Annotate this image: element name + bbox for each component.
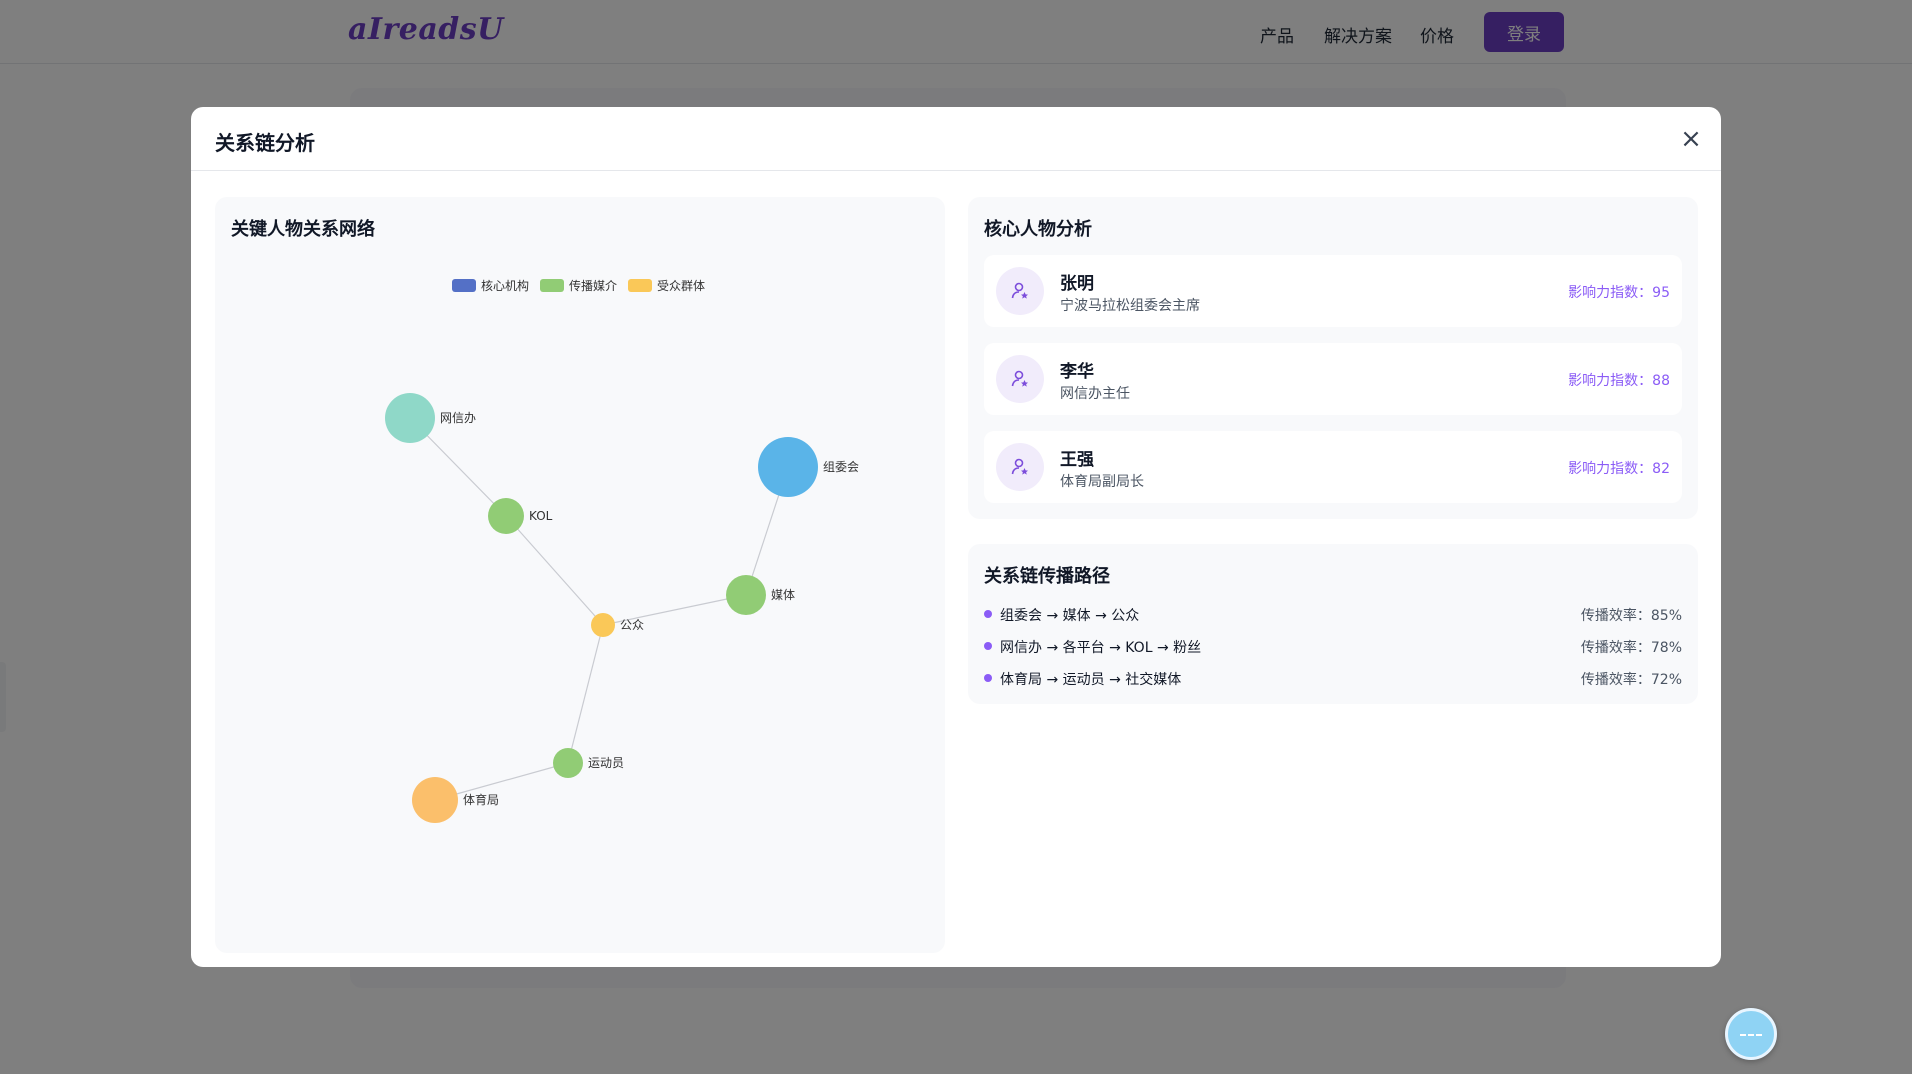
- path-row: 网信办 → 各平台 → KOL → 粉丝 传播效率：78%: [984, 634, 1682, 658]
- influence-score: 影响力指数：95: [1568, 285, 1670, 301]
- network-graph: 核心机构 传播媒介 受众群体 网信办 KOL 组委会 媒体 公众 运动员 体育局: [385, 278, 859, 823]
- nodes: 网信办 KOL 组委会 媒体 公众 运动员 体育局: [385, 393, 859, 823]
- path-text: 组委会 → 媒体 → 公众: [1000, 608, 1140, 624]
- person-card[interactable]: 张明 宁波马拉松组委会主席 影响力指数：95: [984, 255, 1682, 327]
- person-card[interactable]: 李华 网信办主任 影响力指数：88: [984, 343, 1682, 415]
- node-label-kol: KOL: [529, 509, 553, 523]
- user-star-icon: [996, 355, 1044, 403]
- core-people-panel: 核心人物分析 张明 宁波马拉松组委会主席 影响力指数：95 李华 网信办主任 影…: [968, 197, 1698, 519]
- person-name: 王强: [1060, 450, 1094, 470]
- node-label-gongzhong: 公众: [620, 618, 644, 632]
- legend-swatch-core: [452, 279, 476, 292]
- person-role: 网信办主任: [1060, 386, 1130, 402]
- chat-icon[interactable]: [1725, 1008, 1777, 1060]
- node-meiti[interactable]: [726, 575, 766, 615]
- core-people-title: 核心人物分析: [984, 219, 1092, 240]
- path-row: 体育局 → 运动员 → 社交媒体 传播效率：72%: [984, 666, 1682, 690]
- bullet-dot: [984, 610, 992, 618]
- path-rate: 传播效率：72%: [1580, 672, 1682, 688]
- person-name: 李华: [1060, 362, 1094, 382]
- person-card[interactable]: 王强 体育局副局长 影响力指数：82: [984, 431, 1682, 503]
- bullet-dot: [984, 674, 992, 682]
- legend-swatch-media: [540, 279, 564, 292]
- node-tiyuju[interactable]: [412, 777, 458, 823]
- node-label-yundongyuan: 运动员: [588, 756, 624, 770]
- modal-header: 关系链分析 ×: [191, 107, 1721, 171]
- path-text: 网信办 → 各平台 → KOL → 粉丝: [1000, 640, 1202, 656]
- path-rate: 传播效率：85%: [1580, 608, 1682, 624]
- path-row: 组委会 → 媒体 → 公众 传播效率：85%: [984, 602, 1682, 626]
- legend-label-media[interactable]: 传播媒介: [569, 278, 617, 293]
- propagation-path-title: 关系链传播路径: [984, 566, 1110, 587]
- person-name: 张明: [1060, 274, 1094, 294]
- edge-gongzhong-yundongyuan: [567, 624, 604, 764]
- node-label-tiyuju: 体育局: [463, 792, 499, 807]
- node-gongzhong[interactable]: [591, 613, 615, 637]
- person-role: 体育局副局长: [1060, 474, 1144, 490]
- bullet-dot: [984, 642, 992, 650]
- node-kol[interactable]: [488, 498, 524, 534]
- propagation-path-panel: 关系链传播路径 组委会 → 媒体 → 公众 传播效率：85% 网信办 → 各平台…: [968, 544, 1698, 704]
- path-rate: 传播效率：78%: [1580, 640, 1682, 656]
- user-star-icon: [996, 267, 1044, 315]
- legend-swatch-audience: [628, 279, 652, 292]
- influence-score: 影响力指数：82: [1568, 461, 1670, 477]
- node-label-zuweihui: 组委会: [823, 460, 859, 474]
- legend-label-core[interactable]: 核心机构: [481, 278, 529, 293]
- node-label-wangxinban: 网信办: [440, 410, 476, 425]
- edge-kol-gongzhong: [505, 515, 604, 626]
- edges: [409, 417, 789, 801]
- close-icon[interactable]: ×: [1675, 123, 1707, 155]
- legend: 核心机构 传播媒介 受众群体: [452, 278, 705, 293]
- node-zuweihui[interactable]: [758, 437, 818, 497]
- path-text: 体育局 → 运动员 → 社交媒体: [1000, 672, 1182, 688]
- user-star-icon: [996, 443, 1044, 491]
- influence-score: 影响力指数：88: [1568, 373, 1670, 389]
- node-wangxinban[interactable]: [385, 393, 435, 443]
- modal-title: 关系链分析: [215, 131, 315, 155]
- relationship-analysis-modal: 关系链分析 × 关键人物关系网络 核心机构 传播媒介 受众群体 网信办 KOL …: [191, 107, 1721, 967]
- network-panel: 关键人物关系网络 核心机构 传播媒介 受众群体 网信办 KOL 组委会 媒体 公…: [215, 197, 945, 953]
- person-role: 宁波马拉松组委会主席: [1060, 298, 1200, 314]
- legend-label-audience[interactable]: 受众群体: [657, 279, 705, 293]
- node-label-meiti: 媒体: [771, 588, 795, 602]
- node-yundongyuan[interactable]: [553, 748, 583, 778]
